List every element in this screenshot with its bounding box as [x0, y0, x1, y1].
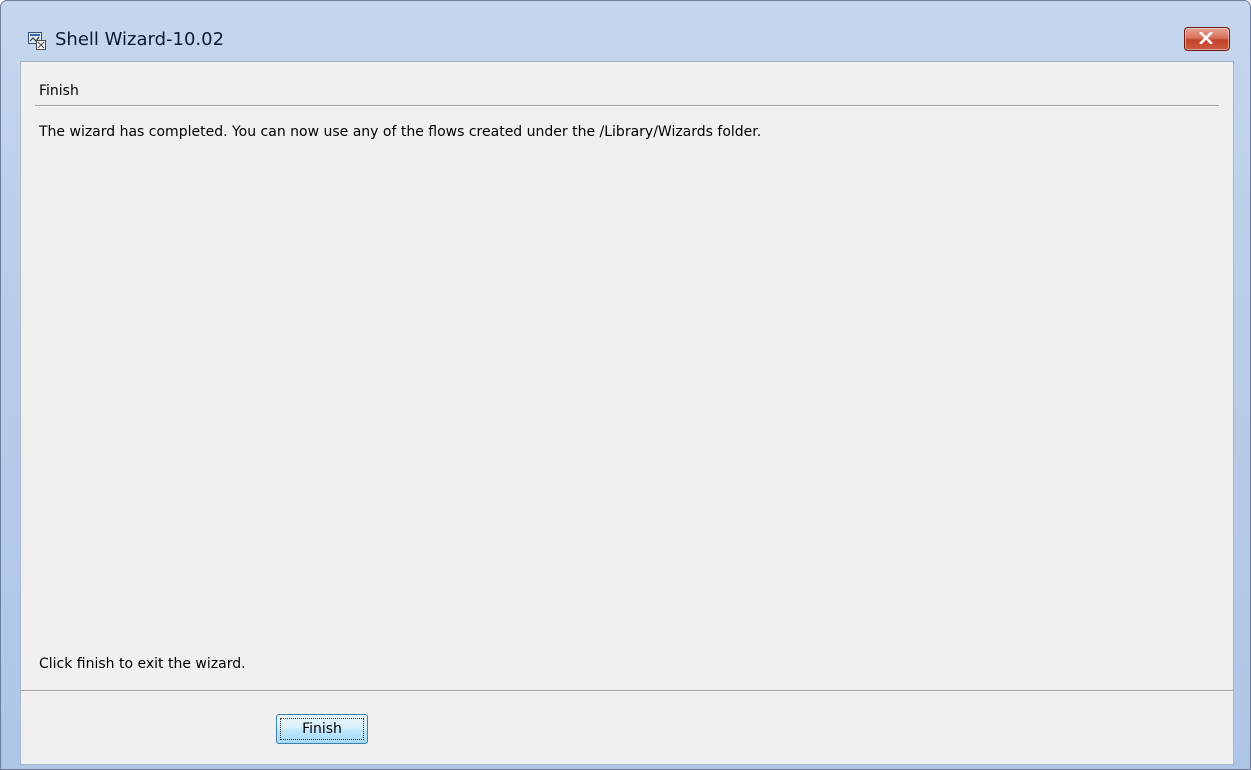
wizard-content-panel: Finish The wizard has completed. You can…: [20, 61, 1234, 765]
exit-hint: Click finish to exit the wizard.: [39, 656, 246, 672]
close-icon: [1199, 32, 1213, 44]
section-title: Finish: [39, 83, 79, 99]
footer-divider: [21, 690, 1233, 692]
close-button[interactable]: [1184, 27, 1230, 51]
shell-wizard-app-icon: [28, 32, 46, 50]
title-bar[interactable]: Shell Wizard-10.02: [1, 1, 1250, 61]
title-divider: [35, 105, 1219, 107]
completion-message: The wizard has completed. You can now us…: [39, 124, 762, 140]
finish-button-label: Finish: [302, 721, 342, 737]
wizard-window: Shell Wizard-10.02 Finish The wizard has…: [0, 0, 1251, 770]
finish-button[interactable]: Finish: [276, 714, 368, 744]
window-title: Shell Wizard-10.02: [55, 29, 225, 50]
